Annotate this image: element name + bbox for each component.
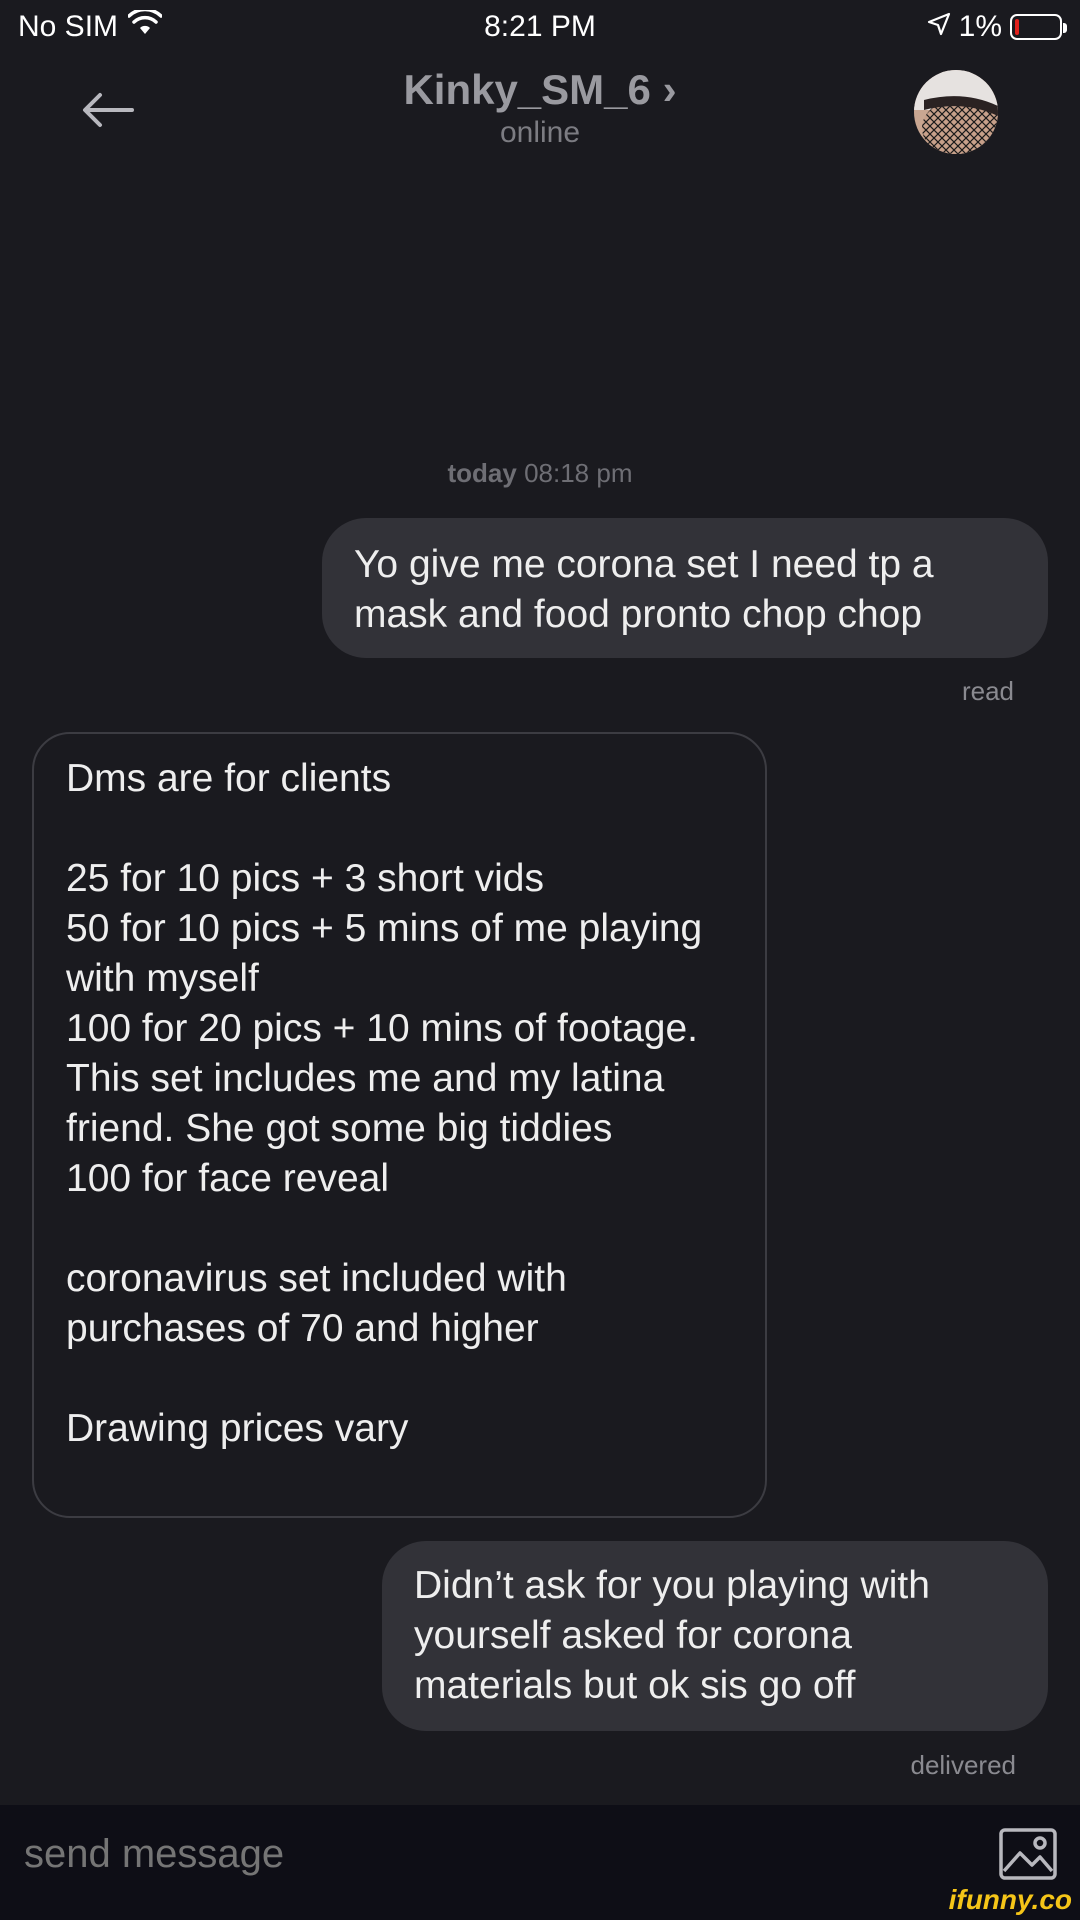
battery-level xyxy=(1015,19,1019,35)
image-icon xyxy=(998,1828,1058,1885)
read-receipt: read xyxy=(961,676,1014,706)
avatar[interactable] xyxy=(914,70,998,154)
chat-header: Kinky_SM_6 › online xyxy=(0,60,1080,170)
chevron-right-icon: › xyxy=(662,66,677,113)
delivered-receipt: delivered xyxy=(910,1750,1016,1780)
message-bubble-outgoing[interactable]: Didn’t ask for you playing with yourself… xyxy=(382,1541,1048,1731)
status-right: 1% xyxy=(927,10,1067,44)
battery-icon xyxy=(1010,14,1067,40)
battery-percent: 1% xyxy=(958,10,1002,43)
status-time: 8:21 PM xyxy=(484,10,596,43)
message-bubble-outgoing[interactable]: Yo give me corona set I need tp a mask a… xyxy=(322,518,1048,658)
status-bar: No SIM 8:21 PM 1% xyxy=(0,0,1080,54)
message-input[interactable] xyxy=(22,1831,926,1878)
location-icon xyxy=(927,10,951,44)
chat-name-text: Kinky_SM_6 xyxy=(403,66,651,113)
message-bubble-incoming[interactable]: Dms are for clients 25 for 10 pics + 3 s… xyxy=(32,732,767,1518)
timestamp-time: 08:18 pm xyxy=(524,458,633,488)
message-composer xyxy=(0,1805,1080,1920)
watermark: ifunny.co xyxy=(948,1884,1072,1915)
timestamp-day: today xyxy=(447,458,517,488)
attach-image-button[interactable] xyxy=(998,1827,1058,1881)
conversation-timestamp: today 08:18 pm xyxy=(0,458,1080,489)
